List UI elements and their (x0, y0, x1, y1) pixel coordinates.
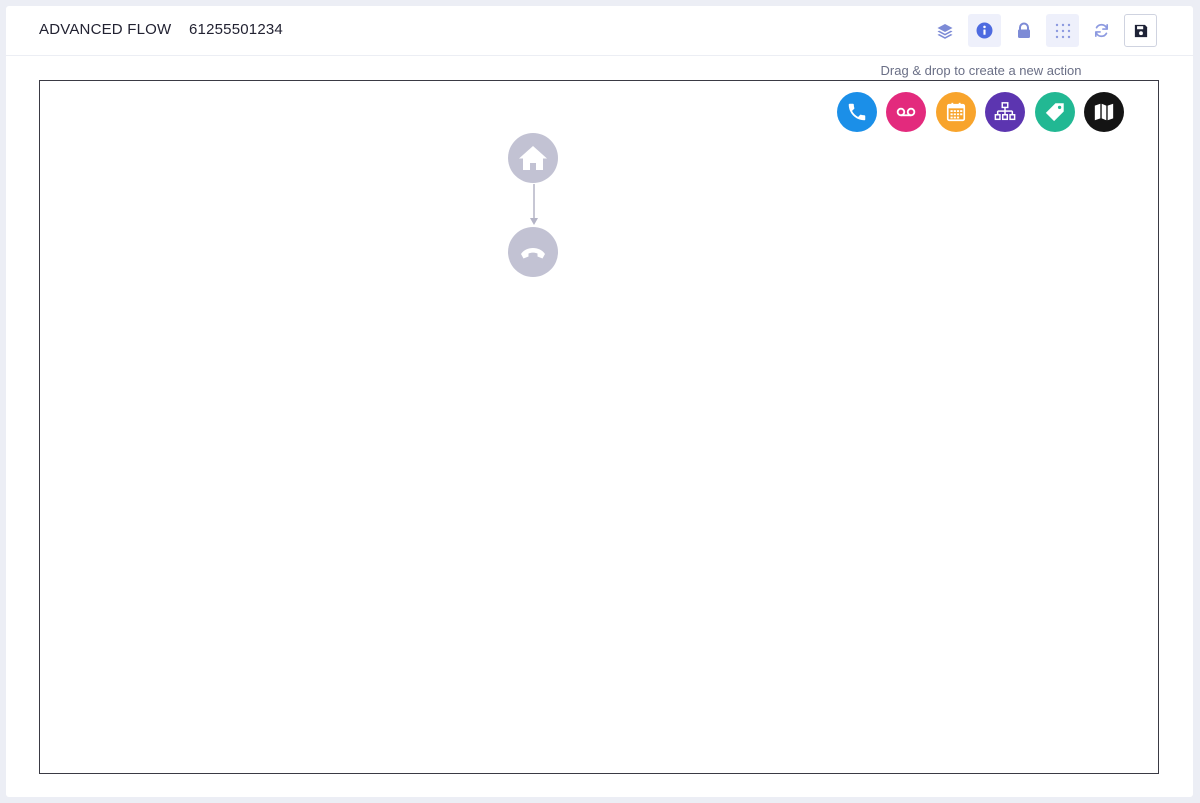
save-icon (1134, 24, 1147, 37)
info-icon (976, 22, 993, 39)
tag-action-button[interactable] (1035, 92, 1075, 132)
calendar-action-button[interactable] (936, 92, 976, 132)
voicemail-action-button[interactable] (886, 92, 926, 132)
hangup-icon (521, 248, 545, 259)
start-node[interactable] (508, 133, 558, 183)
header: ADVANCED FLOW 61255501234 (6, 6, 1193, 56)
phone-action-button[interactable] (837, 92, 877, 132)
tag-icon (1045, 103, 1064, 122)
layers-button[interactable] (928, 14, 961, 47)
refresh-icon (1094, 23, 1109, 38)
map-action-button[interactable] (1084, 92, 1124, 132)
grid-button[interactable] (1046, 14, 1079, 47)
phone-number: 61255501234 (189, 21, 283, 38)
org-chart-icon (994, 102, 1016, 121)
calendar-icon (946, 102, 966, 122)
lock-button[interactable] (1007, 14, 1040, 47)
flow-canvas[interactable] (39, 80, 1159, 774)
map-icon (1094, 103, 1114, 121)
refresh-button[interactable] (1085, 14, 1118, 47)
page-title: ADVANCED FLOW (39, 21, 172, 38)
hangup-node[interactable] (508, 227, 558, 277)
home-icon (519, 146, 547, 170)
org-chart-action-button[interactable] (985, 92, 1025, 132)
palette-hint: Drag & drop to create a new action (880, 63, 1082, 78)
grid-icon (1055, 23, 1070, 38)
layers-icon (937, 23, 952, 39)
voicemail-icon (896, 107, 916, 117)
save-button[interactable] (1124, 14, 1157, 47)
flow-editor-card: ADVANCED FLOW 61255501234 Drag & drop to… (6, 6, 1193, 797)
flow-connector (530, 184, 538, 225)
phone-icon (848, 103, 866, 121)
info-button[interactable] (968, 14, 1001, 47)
lock-icon (1017, 22, 1030, 38)
